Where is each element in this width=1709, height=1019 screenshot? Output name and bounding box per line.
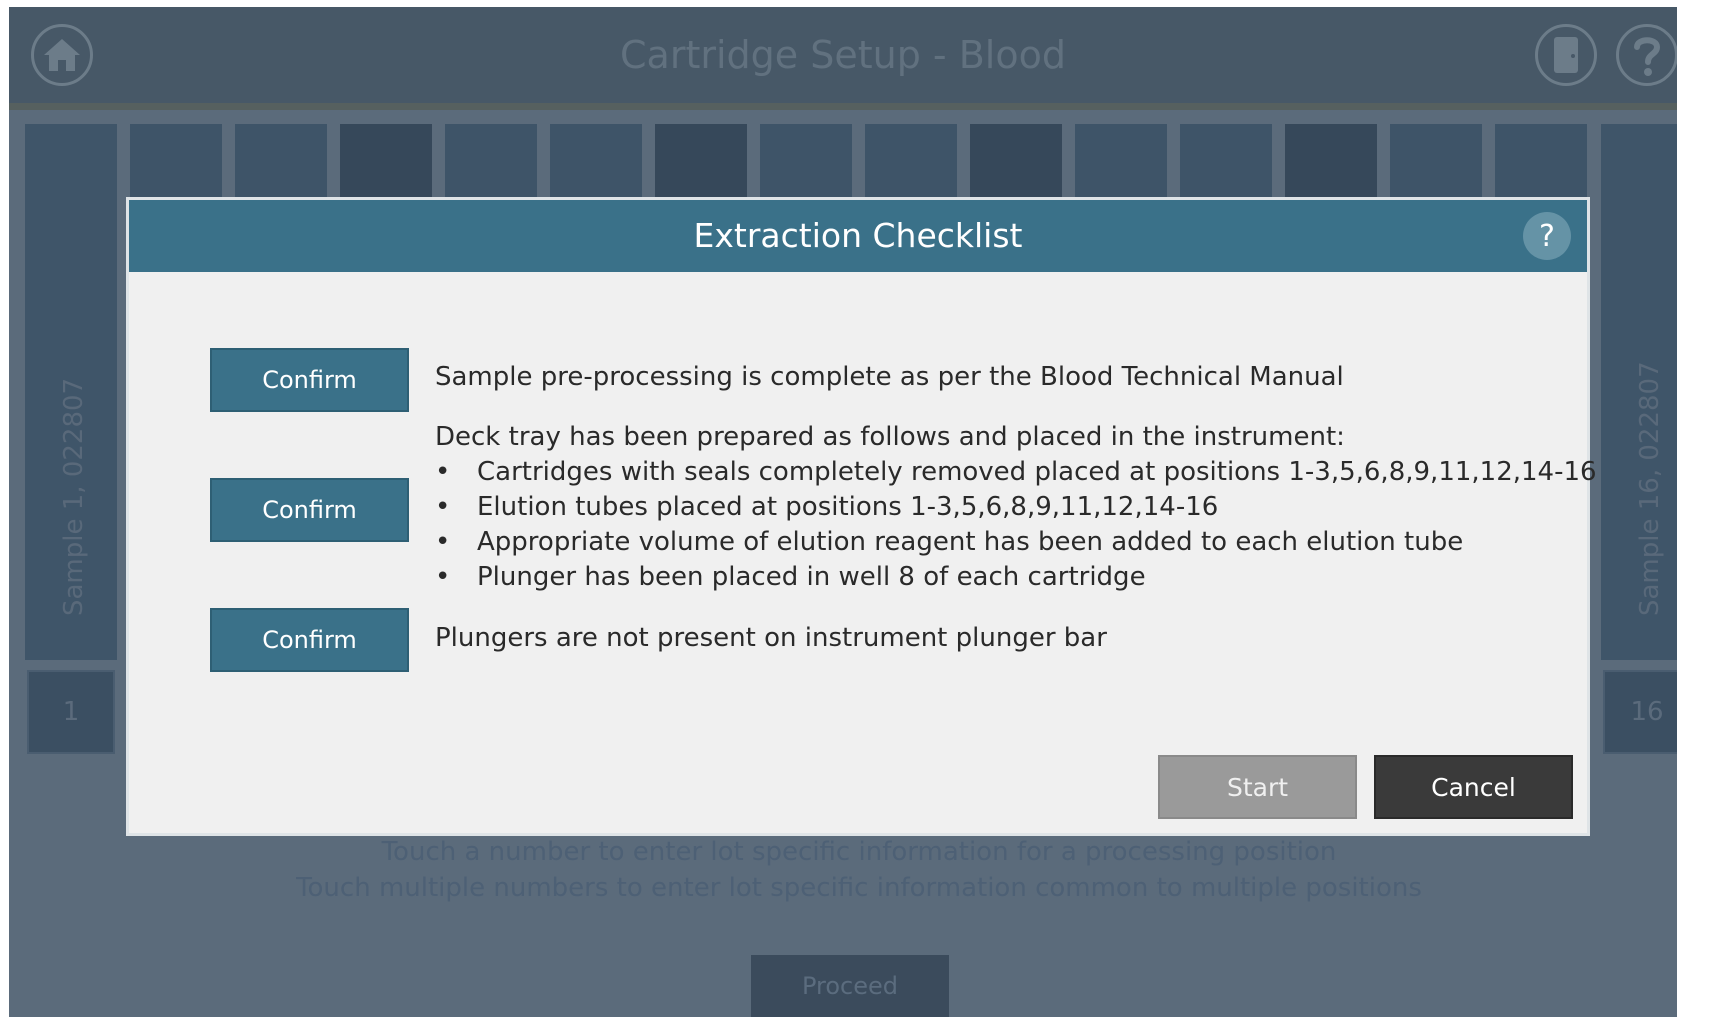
sample-16-label: Sample 16, 022807 (1635, 361, 1665, 616)
sample-slot[interactable] (970, 124, 1062, 204)
sample-slot[interactable] (340, 124, 432, 204)
dialog-help-button[interactable]: ? (1523, 212, 1571, 260)
bullet-item: Plunger has been placed in well 8 of eac… (435, 560, 1597, 595)
home-icon (44, 39, 80, 71)
sample-slot[interactable] (865, 124, 957, 204)
sample-slot[interactable] (235, 124, 327, 204)
position-number-16[interactable]: 16 (1603, 670, 1677, 754)
sample-slot[interactable] (1495, 124, 1587, 204)
sample-slot[interactable] (655, 124, 747, 204)
checklist-item-2-bullets: Cartridges with seals completely removed… (435, 455, 1597, 595)
confirm-button-3[interactable]: Confirm (210, 608, 409, 672)
sample-slot[interactable] (1180, 124, 1272, 204)
home-button[interactable] (31, 24, 93, 86)
checklist-item-1-text: Sample pre-processing is complete as per… (435, 362, 1344, 392)
bullet-item: Elution tubes placed at positions 1-3,5,… (435, 490, 1597, 525)
sample-slot[interactable] (550, 124, 642, 204)
sample-slot[interactable] (1390, 124, 1482, 204)
hint-line-1: Touch a number to enter lot specific inf… (381, 837, 1337, 867)
sample-slot[interactable] (130, 124, 222, 204)
question-mark-icon: ? (1539, 218, 1555, 254)
sample-slot[interactable] (760, 124, 852, 204)
sample-slot[interactable] (1285, 124, 1377, 204)
sample-label-wrap: Sample 1, 022807 (25, 124, 117, 660)
exit-door-icon (1554, 37, 1578, 73)
checklist-item-3-text: Plungers are not present on instrument p… (435, 623, 1107, 653)
confirm-button-1[interactable]: Confirm (210, 348, 409, 412)
sample-slot-16[interactable]: Sample 16, 022807 (1601, 124, 1677, 660)
hint-line-2: Touch multiple numbers to enter lot spec… (296, 873, 1422, 903)
position-number-1[interactable]: 1 (27, 670, 115, 754)
bullet-item: Cartridges with seals completely removed… (435, 455, 1597, 490)
exit-button[interactable] (1535, 24, 1597, 86)
confirm-button-2[interactable]: Confirm (210, 478, 409, 542)
start-button[interactable]: Start (1158, 755, 1357, 819)
sample-1-label: Sample 1, 022807 (59, 377, 89, 616)
page-title: Cartridge Setup - Blood (620, 33, 1066, 77)
header-bar: Cartridge Setup - Blood (9, 7, 1677, 110)
dialog-title: Extraction Checklist (693, 216, 1023, 255)
sample-slot[interactable] (1075, 124, 1167, 204)
sample-slot-1[interactable]: Sample 1, 022807 (25, 124, 117, 660)
help-button[interactable] (1616, 24, 1677, 86)
cancel-button[interactable]: Cancel (1374, 755, 1573, 819)
bullet-item: Appropriate volume of elution reagent ha… (435, 525, 1597, 560)
proceed-button[interactable]: Proceed (751, 955, 949, 1017)
extraction-checklist-dialog: Extraction Checklist ? Confirm Sample pr… (126, 197, 1597, 836)
dialog-titlebar: Extraction Checklist ? (129, 200, 1587, 272)
sample-label-wrap: Sample 16, 022807 (1601, 124, 1677, 660)
sample-slot[interactable] (445, 124, 537, 204)
help-icon (1634, 37, 1661, 76)
checklist-item-2-text: Deck tray has been prepared as follows a… (435, 422, 1345, 452)
